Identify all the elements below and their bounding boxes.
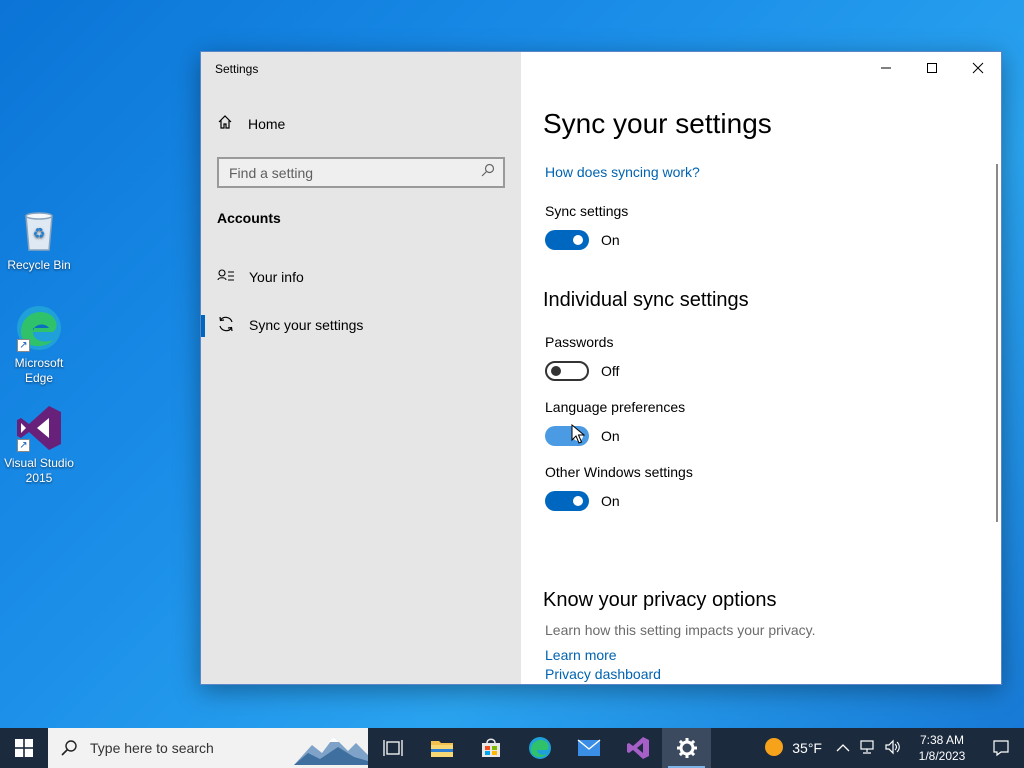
desktop-icon-label: Visual Studio 2015 [4, 456, 74, 485]
visual-studio-icon: ↗ [15, 404, 63, 452]
passwords-row: Off [545, 361, 619, 381]
toggle-state-label: Off [601, 363, 620, 379]
notification-icon [993, 740, 1009, 757]
active-indicator [201, 315, 205, 337]
privacy-description: Learn how this setting impacts your priv… [545, 622, 816, 638]
windows-logo-icon [15, 739, 33, 757]
edge-icon [528, 737, 551, 759]
desktop-icon-label: Recycle Bin [7, 258, 71, 272]
individual-sync-heading: Individual sync settings [543, 289, 749, 311]
sidebar-item-home[interactable]: Home [217, 114, 285, 133]
weather-temperature: 35°F [792, 740, 822, 756]
clock[interactable]: 7:38 AM 1/8/2023 [906, 732, 978, 764]
shortcut-arrow-icon: ↗ [17, 339, 30, 352]
edge-icon: ↗ [15, 304, 63, 352]
mouse-cursor-icon [571, 423, 586, 449]
passwords-toggle[interactable] [545, 361, 589, 381]
taskbar-task-view[interactable] [368, 728, 417, 768]
taskbar-mail[interactable] [564, 728, 613, 768]
other-windows-settings-label: Other Windows settings [545, 464, 693, 480]
volume-icon[interactable] [880, 739, 906, 758]
taskbar-search-input[interactable] [90, 740, 270, 756]
sidebar-item-label: Your info [249, 269, 304, 285]
taskbar-store[interactable] [466, 728, 515, 768]
other-windows-settings-toggle[interactable] [545, 491, 589, 511]
sidebar-item-sync-settings[interactable]: Sync your settings [201, 305, 521, 345]
settings-search-input[interactable] [229, 164, 481, 181]
taskbar-search-box[interactable] [48, 728, 368, 768]
toggle-state-label: On [601, 232, 620, 248]
clock-date: 1/8/2023 [918, 749, 966, 763]
sync-settings-label: Sync settings [545, 203, 629, 219]
sidebar-item-label: Sync your settings [249, 317, 364, 333]
weather-widget[interactable]: 35°F [754, 737, 832, 760]
gear-icon [676, 738, 697, 758]
home-label: Home [248, 115, 286, 132]
folder-icon [430, 741, 453, 757]
taskbar-visual-studio[interactable] [613, 728, 662, 768]
desktop-icon-recycle-bin[interactable]: ♻ Recycle Bin [0, 206, 78, 273]
passwords-label: Passwords [545, 334, 614, 350]
settings-content: Sync your settings How does syncing work… [521, 52, 1001, 684]
system-tray: 35°F 7:38 AM 1/8/2023 [754, 728, 1024, 768]
taskbar-edge[interactable] [515, 728, 564, 768]
svg-text:♻: ♻ [33, 226, 46, 242]
sync-settings-row: On [545, 230, 620, 250]
page-title: Sync your settings [543, 108, 772, 139]
language-preferences-label: Language preferences [545, 399, 686, 415]
toggle-state-label: On [601, 428, 620, 444]
sidebar-item-your-info[interactable]: Your info [201, 257, 521, 297]
mail-icon [577, 739, 600, 756]
sidebar: Settings Home Accounts Your info [201, 52, 521, 684]
sidebar-section-accounts: Accounts [217, 210, 281, 226]
search-highlight-icon [294, 737, 368, 765]
search-icon [61, 740, 77, 756]
chevron-up-icon[interactable] [832, 740, 854, 756]
desktop-icon-visual-studio[interactable]: ↗ Visual Studio 2015 [0, 404, 78, 486]
task-view-icon [382, 740, 403, 756]
network-icon[interactable] [854, 739, 880, 758]
sync-icon [217, 315, 235, 336]
content-scrollbar[interactable] [996, 164, 998, 522]
learn-more-link[interactable]: Learn more [545, 647, 617, 663]
toggle-state-label: On [601, 493, 620, 509]
start-button[interactable] [0, 728, 48, 768]
store-icon [481, 738, 500, 757]
privacy-dashboard-link[interactable]: Privacy dashboard [545, 666, 661, 682]
taskbar-settings[interactable] [662, 728, 711, 768]
search-icon [481, 163, 495, 182]
privacy-heading: Know your privacy options [543, 589, 777, 611]
desktop-icon-label: Microsoft Edge [14, 356, 64, 385]
taskbar-file-explorer[interactable] [417, 728, 466, 768]
recycle-bin-icon: ♻ [15, 206, 63, 254]
sun-icon [764, 737, 784, 760]
how-syncing-works-link[interactable]: How does syncing work? [545, 164, 700, 180]
visual-studio-icon [626, 737, 649, 759]
window-title: Settings [215, 62, 259, 76]
taskbar: 35°F 7:38 AM 1/8/2023 [0, 728, 1024, 768]
home-icon [217, 114, 233, 133]
other-windows-settings-row: On [545, 491, 620, 511]
notification-center-button[interactable] [978, 728, 1024, 768]
clock-time: 7:38 AM [919, 733, 965, 747]
desktop-icon-edge[interactable]: ↗ Microsoft Edge [0, 304, 78, 386]
person-card-icon [217, 268, 235, 287]
shortcut-arrow-icon: ↗ [17, 439, 30, 452]
sync-settings-toggle[interactable] [545, 230, 589, 250]
settings-search-box[interactable] [217, 157, 505, 188]
settings-window: Settings Home Accounts Your info [200, 51, 1002, 685]
